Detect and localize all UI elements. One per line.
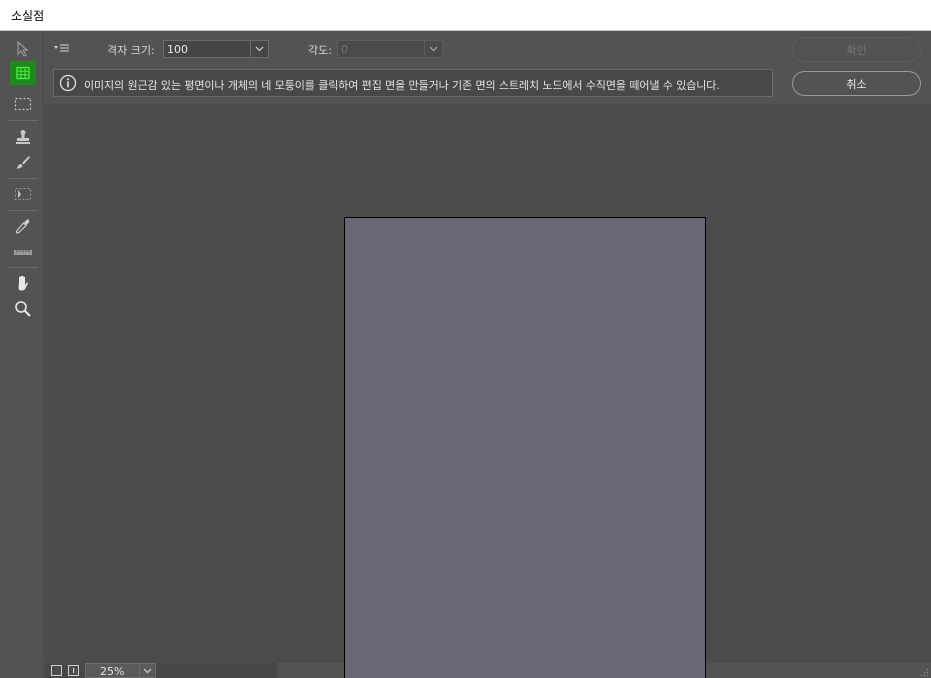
- transform-icon: [15, 188, 31, 200]
- info-message: 이미지의 원근감 있는 평면이나 개체의 네 모퉁이를 클릭하여 편집 면을 만…: [84, 79, 720, 92]
- stamp-tool[interactable]: [10, 125, 36, 149]
- brush-tool[interactable]: [10, 150, 36, 174]
- resize-grip-icon[interactable]: [920, 668, 929, 677]
- actual-size-button[interactable]: [68, 665, 79, 676]
- toolbox: [0, 31, 44, 678]
- marquee-icon: [14, 97, 32, 111]
- tool-separator: [8, 210, 38, 211]
- angle-combo[interactable]: 0: [337, 40, 443, 58]
- cancel-button[interactable]: 취소: [792, 71, 921, 96]
- info-bar: 이미지의 원근감 있는 평면이나 개체의 네 모퉁이를 클릭하여 편집 면을 만…: [53, 69, 773, 97]
- grid-size-dropdown[interactable]: [250, 41, 268, 57]
- document-preview[interactable]: [344, 217, 706, 678]
- tool-separator: [8, 120, 38, 121]
- info-icon: [59, 74, 77, 92]
- fit-view-button[interactable]: [51, 665, 62, 676]
- zoom-combo[interactable]: 25%: [85, 663, 156, 678]
- grid-size-label: 격자 크기:: [107, 44, 155, 57]
- menu-icon: [54, 44, 69, 52]
- zoom-dropdown[interactable]: [139, 664, 155, 677]
- angle-label: 각도:: [308, 44, 332, 57]
- tool-separator: [8, 178, 38, 179]
- zoom-tool[interactable]: [10, 297, 36, 321]
- marquee-tool[interactable]: [10, 92, 36, 116]
- hand-icon: [18, 275, 29, 291]
- eyedropper-icon: [15, 219, 30, 234]
- eyedropper-tool[interactable]: [10, 214, 36, 238]
- angle-dropdown[interactable]: [424, 41, 442, 57]
- measure-tool[interactable]: [10, 240, 36, 264]
- status-strip: [45, 663, 277, 678]
- edit-plane-tool[interactable]: [10, 37, 36, 61]
- panel-menu-button[interactable]: [53, 41, 71, 55]
- grid-size-combo[interactable]: 100: [163, 40, 269, 58]
- grid-plane-icon: [16, 66, 30, 80]
- info-small-icon: [73, 668, 75, 673]
- magnifier-icon: [15, 301, 31, 317]
- angle-value[interactable]: 0: [341, 43, 348, 56]
- hand-tool[interactable]: [10, 271, 36, 295]
- chevron-down-icon: [143, 668, 152, 673]
- preview-canvas[interactable]: [45, 104, 931, 678]
- title-bar: 소실점: [0, 0, 931, 31]
- brush-icon: [16, 156, 30, 169]
- create-plane-tool[interactable]: [10, 61, 36, 85]
- arrow-cursor-icon: [17, 41, 29, 57]
- stamp-icon: [16, 130, 30, 144]
- zoom-value[interactable]: 25%: [100, 665, 124, 678]
- dialog-body: 격자 크기: 100 각도: 0 확인 취소 이미지의 원근감 있는 평면이나 …: [0, 31, 931, 678]
- ok-button[interactable]: 확인: [792, 37, 921, 62]
- window-title: 소실점: [11, 9, 45, 23]
- chevron-down-icon: [255, 46, 264, 52]
- status-bar: 25%: [45, 663, 931, 678]
- chevron-down-icon: [429, 46, 438, 52]
- ruler-icon: [14, 250, 32, 255]
- grid-size-value[interactable]: 100: [167, 43, 188, 56]
- transform-tool[interactable]: [10, 182, 36, 206]
- tool-separator: [8, 267, 38, 268]
